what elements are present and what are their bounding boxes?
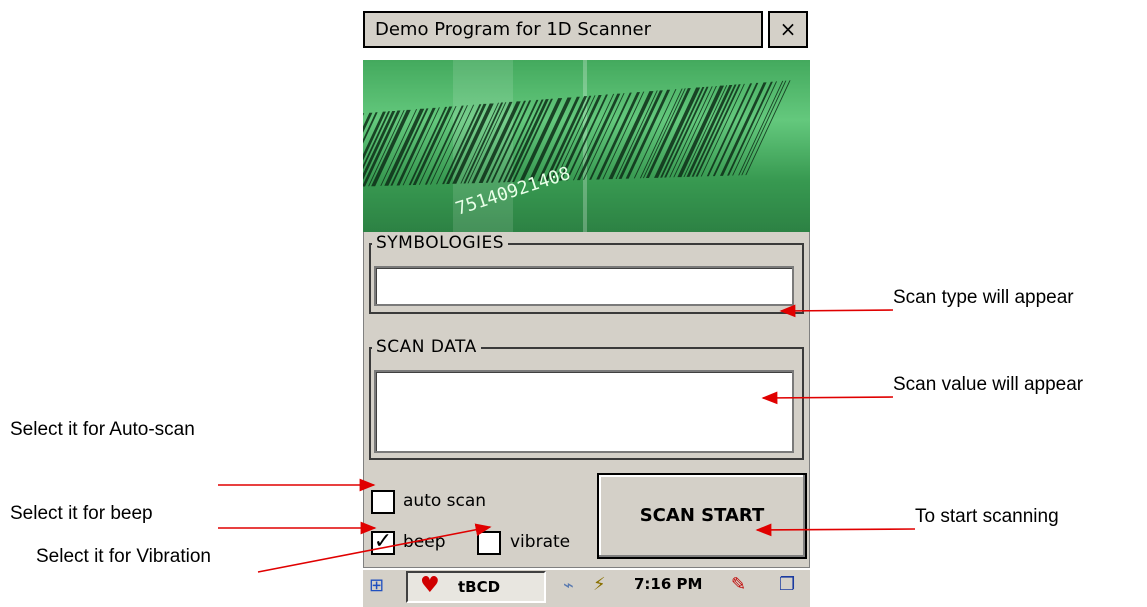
beep-label: beep	[403, 532, 446, 552]
close-button[interactable]: ×	[768, 11, 808, 48]
network-icon[interactable]: ⌁	[563, 575, 574, 596]
app-heart-icon: ♥	[420, 573, 440, 598]
taskbar-app-button[interactable]: ♥ tBCD	[406, 571, 546, 603]
keyboard-pen-icon[interactable]: ✎	[731, 574, 746, 595]
power-plug-icon[interactable]: ⚡	[593, 574, 606, 595]
close-icon: ×	[779, 17, 797, 41]
window-title-bar: Demo Program for 1D Scanner	[363, 11, 763, 48]
scan-data-field[interactable]	[374, 370, 794, 453]
annotation-scan-type: Scan type will appear	[893, 287, 1074, 308]
clock[interactable]: 7:16 PM	[634, 575, 702, 593]
beep-checkbox[interactable]: ✓	[371, 531, 395, 555]
vibrate-label: vibrate	[510, 532, 571, 552]
annotation-vibration: Select it for Vibration	[36, 546, 211, 567]
symbologies-field[interactable]	[374, 266, 794, 306]
annotation-scan-value: Scan value will appear	[893, 374, 1084, 395]
start-windows-icon[interactable]: ⊞	[369, 575, 384, 596]
checkmark-icon: ✓	[373, 529, 393, 554]
vibrate-checkbox[interactable]	[477, 531, 501, 555]
auto-scan-checkbox[interactable]	[371, 490, 395, 514]
scan-data-label: SCAN DATA	[372, 337, 481, 357]
window-title: Demo Program for 1D Scanner	[375, 19, 652, 40]
symbologies-label: SYMBOLOGIES	[372, 233, 509, 253]
annotation-beep: Select it for beep	[10, 503, 153, 524]
taskbar-app-label: tBCD	[458, 578, 501, 596]
window-switch-icon[interactable]: ❐	[779, 574, 795, 595]
barcode-banner-image: 75140921408	[363, 60, 810, 232]
auto-scan-label: auto scan	[403, 491, 487, 511]
barcode-illustration: 75140921408	[363, 60, 810, 232]
scan-start-button[interactable]: SCAN START	[597, 473, 807, 559]
annotation-start: To start scanning	[915, 506, 1059, 527]
annotation-auto-scan: Select it for Auto-scan	[10, 419, 195, 440]
